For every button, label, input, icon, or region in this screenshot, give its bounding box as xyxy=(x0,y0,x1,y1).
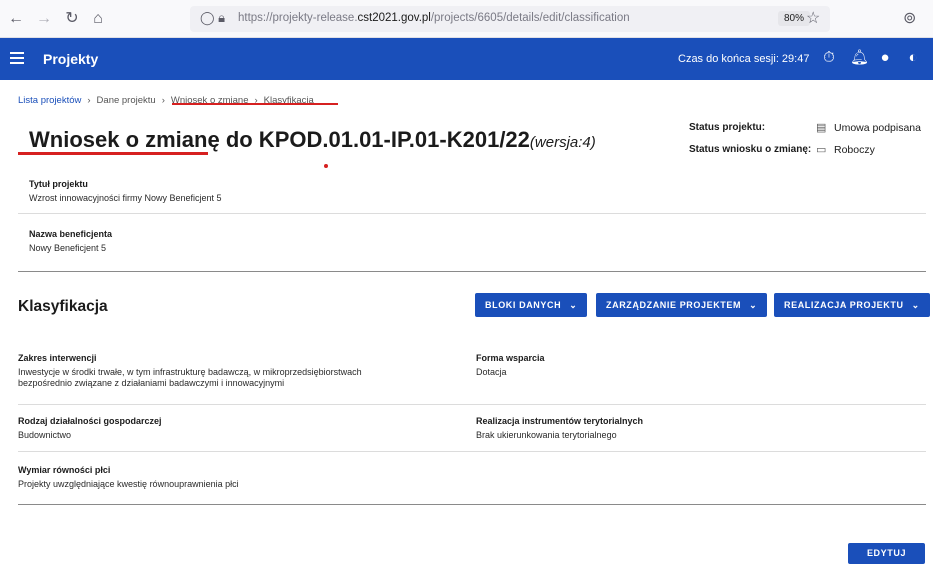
annotation-underline-breadcrumb xyxy=(172,103,338,105)
back-icon[interactable]: ← xyxy=(6,9,26,29)
divider xyxy=(18,451,926,452)
browser-toolbar: ← → ↻ ⌂ ◯ 🔒︎ https://projekty-release.cs… xyxy=(0,0,933,38)
folder-icon: ▭ xyxy=(816,144,827,156)
project-title-field: Tytuł projektu Wzrost innowacyjności fir… xyxy=(29,179,222,203)
session-timer: Czas do końca sesji: 29:47 xyxy=(678,53,810,65)
notifications-icon[interactable]: 🔔︎ xyxy=(850,49,869,67)
divider xyxy=(18,213,926,214)
chevron-down-icon: ⌄ xyxy=(569,299,578,310)
contrast-icon[interactable]: ◐ xyxy=(904,49,922,67)
intervention-field: Zakres interwencji Inwestycje w środki t… xyxy=(18,353,362,388)
project-management-button[interactable]: ZARZĄDZANIE PROJEKTEM ⌄ xyxy=(596,293,768,317)
project-status-label: Status projektu: xyxy=(689,122,766,133)
data-blocks-button[interactable]: BLOKI DANYCH ⌄ xyxy=(475,293,588,317)
section-title: Klasyfikacja xyxy=(18,298,108,315)
document-icon: ▤ xyxy=(816,122,827,134)
project-realization-button[interactable]: REALIZACJA PROJEKTU ⌄ xyxy=(774,293,930,317)
edit-button[interactable]: EDYTUJ xyxy=(848,543,925,564)
reload-icon[interactable]: ↻ xyxy=(62,9,82,29)
project-status-value: ▤ Umowa podpisana xyxy=(816,122,921,134)
url-text[interactable]: https://projekty-release.cst2021.gov.pl/… xyxy=(238,12,630,24)
app-header: Projekty Czas do końca sesji: 29:47 ⏱ 🔔︎… xyxy=(0,38,933,80)
breadcrumb-projects-list[interactable]: Lista projektów xyxy=(18,95,81,106)
app-title[interactable]: Projekty xyxy=(43,51,98,67)
gender-equality-field: Wymiar równości płci Projekty uwzględnia… xyxy=(18,465,239,489)
chevron-down-icon: ⌄ xyxy=(911,299,920,310)
beneficiary-field: Nazwa beneficjenta Nowy Beneficjent 5 xyxy=(29,229,113,253)
forward-icon[interactable]: → xyxy=(34,9,54,29)
annotation-dot xyxy=(324,164,328,168)
bookmark-star-icon[interactable]: ☆ xyxy=(806,8,820,28)
chevron-down-icon: ⌄ xyxy=(749,299,758,310)
timer-icon[interactable]: ⏱ xyxy=(820,49,838,67)
user-account-icon[interactable]: ● xyxy=(876,49,894,67)
pocket-icon[interactable]: ⊚ xyxy=(903,8,916,28)
menu-icon[interactable] xyxy=(10,49,24,67)
request-status-label: Status wniosku o zmianę: xyxy=(689,144,812,155)
home-icon[interactable]: ⌂ xyxy=(88,9,108,29)
version-label: (wersja:4) xyxy=(529,134,596,151)
breadcrumb-project-data[interactable]: Dane projektu xyxy=(97,95,156,106)
divider xyxy=(18,271,926,272)
page-title: Wniosek o zmianę do KPOD.01.01-IP.01-K20… xyxy=(29,127,596,152)
territorial-instruments-field: Realizacja instrumentów terytorialnych B… xyxy=(476,416,644,440)
divider xyxy=(18,504,926,505)
support-form-field: Forma wsparcia Dotacja xyxy=(476,353,545,377)
divider xyxy=(18,404,926,405)
shield-lock-icon: ◯ 🔒︎ xyxy=(200,10,226,25)
annotation-underline-title xyxy=(18,152,208,155)
activity-type-field: Rodzaj działalności gospodarczej Budowni… xyxy=(18,416,162,440)
request-status-value: ▭ Roboczy xyxy=(816,144,875,156)
